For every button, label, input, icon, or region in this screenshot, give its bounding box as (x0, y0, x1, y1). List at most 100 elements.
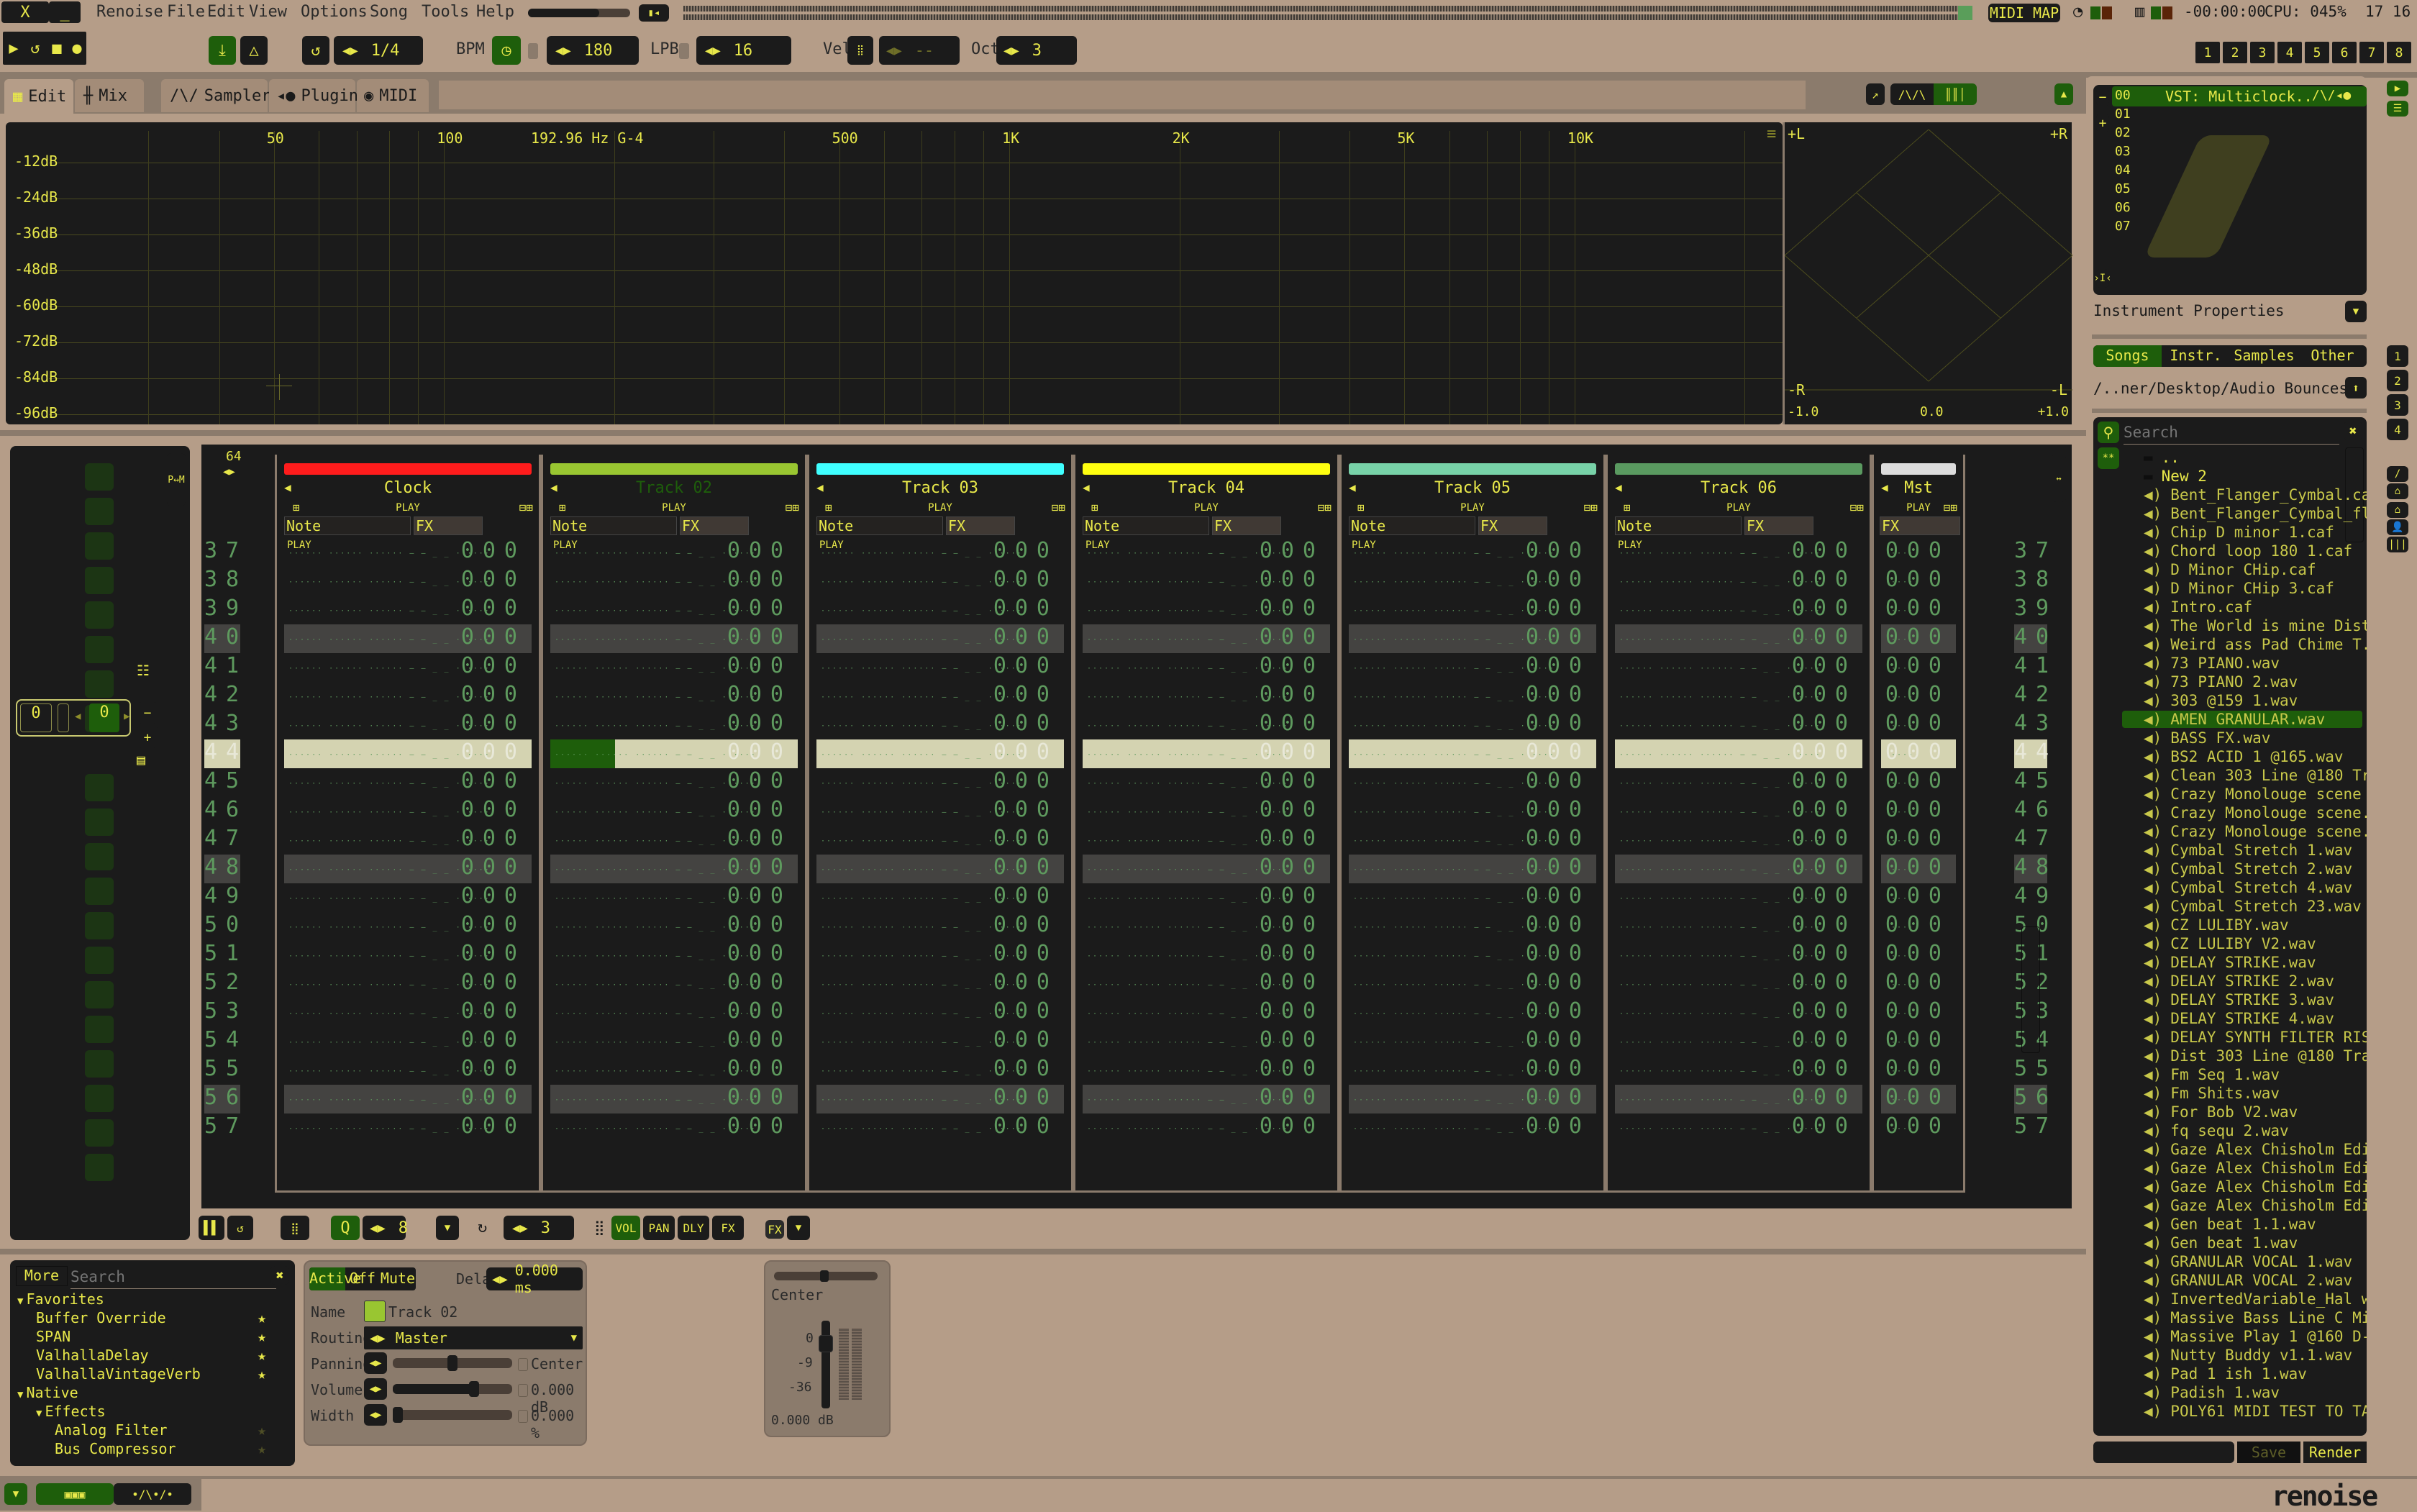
fx-column-header[interactable]: FX (1880, 516, 1960, 535)
pattern-cell[interactable]: ······ 000 (1881, 1113, 1956, 1142)
close-button[interactable]: X (1, 1, 49, 23)
parent-folder-button[interactable]: ⬆ (2345, 377, 2367, 399)
lower-frame-toggle[interactable]: ▼ (4, 1483, 27, 1505)
mini-pan-knob[interactable] (820, 1270, 829, 1282)
pattern-cell[interactable]: ······ 000 (1881, 826, 1956, 855)
edit-step-valuebox[interactable]: ◀▶ 3 (504, 1216, 574, 1240)
pattern-cell[interactable]: ······ ······ ······ — — _ _ ······ 000 (550, 682, 798, 711)
play-button[interactable]: ▶ (3, 32, 24, 65)
file-item[interactable]: ◀) Crazy Monolouge scene.. (2144, 804, 2367, 821)
follow-button[interactable]: ⤓ (209, 36, 236, 65)
pattern-cell[interactable]: ······ ······ ······ — — _ _ ······ 000 (550, 624, 798, 653)
render-button[interactable]: Render (2303, 1442, 2367, 1463)
tree-folder[interactable]: ▼ Native (17, 1384, 283, 1401)
midi-map-button[interactable]: MIDI MAP (1988, 4, 2060, 22)
file-item[interactable]: ◀) DELAY STRIKE 3.wav (2144, 991, 2334, 1008)
pattern-cell[interactable]: ······ 000 (1881, 1085, 1956, 1113)
delay-valuebox[interactable]: ◀▶ 0.000 ms (486, 1262, 583, 1296)
pattern-cell[interactable]: ······ 000 (1881, 797, 1956, 826)
pattern-cell[interactable]: ······ 000 (1881, 682, 1956, 711)
track-name[interactable]: Track 06 (1608, 479, 1870, 497)
spectrum-menu-icon[interactable]: ≡ (1767, 127, 1783, 152)
drive-button[interactable]: ⌂ (2387, 483, 2408, 499)
track-name[interactable]: Track 05 (1342, 479, 1603, 497)
file-item[interactable]: ◀) POLY61 MIDI TEST TO TAP.. (2144, 1403, 2367, 1420)
browser-search-input[interactable] (2124, 420, 2339, 445)
spectrum-analyzer[interactable]: -12dB -24dB -36dB -48dB -60dB -72dB -84d… (6, 122, 1783, 424)
list-view-button[interactable]: ☰ (2387, 101, 2408, 117)
matrix-slot[interactable] (85, 947, 114, 974)
pattern-cell[interactable]: ······ ······ ······ — — _ _ ······ 000 (550, 970, 798, 998)
pattern-cell[interactable]: ······ ······ ······ — — _ _ ······ 000 (1083, 739, 1330, 768)
pattern-cell[interactable]: ······ ······ ······ — — _ _ ······ 000 (1083, 1027, 1330, 1056)
pattern-cell[interactable]: ······ 000 (1881, 596, 1956, 624)
pattern-cell[interactable]: ······ ······ ······ — — _ _ ······ 000 (1615, 912, 1862, 941)
pattern-cell[interactable]: ······ ······ ······ — — _ _ ······ 000 (284, 912, 532, 941)
next-pattern-icon[interactable]: ▶ (124, 711, 129, 722)
file-item[interactable]: ◀) 73 PIANO 2.wav (2144, 673, 2298, 691)
pattern-cell[interactable]: ······ ······ ······ — — _ _ ······ 000 (1083, 596, 1330, 624)
volume-slider[interactable] (393, 1381, 512, 1397)
tree-folder[interactable]: ▼ Favorites (17, 1290, 283, 1308)
pattern-cell[interactable]: ······ ······ ······ — — _ _ ······ 000 (1083, 1113, 1330, 1142)
pattern-cell[interactable]: ······ ······ ······ — — _ _ ······ 000 (1615, 711, 1862, 739)
pattern-cell[interactable]: ······ ······ ······ — — _ _ ······ 000 (1349, 826, 1596, 855)
track-column[interactable]: ◀ Track 06 ⊞ ⊟⊞ PLAY Note FX PLAY ······ ······ … (1606, 455, 1872, 1193)
tree-item[interactable]: SPAN ★ (36, 1328, 283, 1345)
pattern-cell[interactable]: ······ ······ ······ — — _ _ ······ 000 (1615, 970, 1862, 998)
file-item[interactable]: ◀) Bent_Flanger_Cymbal.caf (2144, 486, 2367, 504)
collapse-rows-icon[interactable]: ☷ (137, 662, 150, 679)
file-item[interactable]: ◀) CZ LULIBY.wav (2144, 916, 2289, 934)
file-item[interactable]: ◀) CZ LULIBY V2.wav (2144, 935, 2316, 952)
pattern-cell[interactable]: ······ ······ ······ — — _ _ ······ 000 (1083, 682, 1330, 711)
pattern-cell[interactable]: ······ ······ ······ — — _ _ ······ 000 (1083, 768, 1330, 797)
fx-column-header[interactable]: FX (414, 516, 483, 535)
track-name[interactable]: Mst (1874, 479, 1963, 497)
pattern-cell[interactable]: ······ ······ ······ — — _ _ ······ 000 (1349, 883, 1596, 912)
file-item[interactable]: ◀) The World is mine Dist.caf (2144, 617, 2367, 634)
pattern-cell[interactable]: ······ ······ ······ — — _ _ ······ 000 (816, 883, 1064, 912)
automation-view-button[interactable]: •/\•/• (114, 1483, 191, 1505)
file-item[interactable]: ◀) 73 PIANO.wav (2144, 655, 2280, 672)
track-name[interactable]: Track 03 (809, 479, 1071, 497)
bpm-valuebox[interactable]: ◀▶ 180 (547, 36, 639, 65)
pattern-cell[interactable]: ······ ······ ······ — — _ _ ······ 000 (550, 1056, 798, 1085)
fx-column-header[interactable]: FX (680, 516, 749, 535)
file-item[interactable]: ◀) Clean 303 Line @180 Tra.. (2144, 767, 2367, 784)
pattern-cell[interactable]: ······ ······ ······ — — _ _ ······ 000 (284, 1113, 532, 1142)
expand-right-button[interactable]: ▶ (2387, 81, 2408, 96)
more-button[interactable]: More (16, 1266, 68, 1286)
file-item[interactable]: ◀) DELAY SYNTH FILTER RISE.. (2144, 1029, 2367, 1046)
matrix-slot[interactable] (85, 1154, 114, 1181)
matrix-slot[interactable] (85, 1016, 114, 1043)
track-column[interactable]: ◀ Track 03 ⊞ ⊟⊞ PLAY Note FX PLAY ······ ······ … (807, 455, 1073, 1193)
track-set-button[interactable]: 1 (2195, 42, 2220, 63)
pattern-cell[interactable]: ······ ······ ······ — — _ _ ······ 000 (1349, 711, 1596, 739)
pattern-cell[interactable]: ······ ······ ······ — — _ _ ······ 000 (1615, 624, 1862, 653)
matrix-slot[interactable] (85, 912, 114, 939)
pattern-cell[interactable]: ······ ······ ······ — — _ _ ······ 000 (1349, 739, 1596, 768)
pattern-cell[interactable]: ······ 000 (1881, 538, 1956, 567)
pattern-cell[interactable]: ······ ······ ······ — — _ _ ······ 000 (1349, 941, 1596, 970)
volume-knob[interactable] (469, 1381, 480, 1397)
browser-slot-button[interactable]: 4 (2387, 419, 2408, 440)
file-item[interactable]: ◀) AMEN GRANULAR.wav (2122, 711, 2362, 728)
track-column[interactable]: ◀ Clock ⊞ ⊟⊞ PLAY Note FX PLAY ······ ······ ···… (275, 455, 541, 1193)
active-button[interactable]: Active (309, 1267, 361, 1290)
pattern-cell[interactable]: ······ ······ ······ — — _ _ ······ 000 (550, 797, 798, 826)
menu-view[interactable]: View (249, 3, 287, 21)
pattern-cell[interactable]: ······ 000 (1881, 912, 1956, 941)
pattern-cell[interactable]: ······ ······ ······ — — _ _ ······ 000 (1615, 653, 1862, 682)
width-checkbox[interactable] (518, 1410, 528, 1423)
filename-input[interactable] (2093, 1442, 2234, 1463)
pattern-cell[interactable]: ······ ······ ······ — — _ _ ······ 000 (284, 739, 532, 768)
pattern-cell[interactable]: ······ 000 (1881, 653, 1956, 682)
note-column-header[interactable]: Note (816, 516, 943, 535)
pattern-cell[interactable]: ······ ······ ······ — — _ _ ······ 000 (1349, 624, 1596, 653)
file-item[interactable]: ◀) Cymbal Stretch 4.wav (2144, 879, 2352, 896)
pattern-cell[interactable]: ······ ······ ······ — — _ _ ······ 000 (550, 998, 798, 1027)
fx-column-header[interactable]: FX (1744, 516, 1813, 535)
track-set-button[interactable]: 7 (2359, 42, 2384, 63)
pattern-cell[interactable]: ······ ······ ······ — — _ _ ······ 000 (1083, 567, 1330, 596)
pattern-number[interactable]: 0 (89, 703, 119, 732)
